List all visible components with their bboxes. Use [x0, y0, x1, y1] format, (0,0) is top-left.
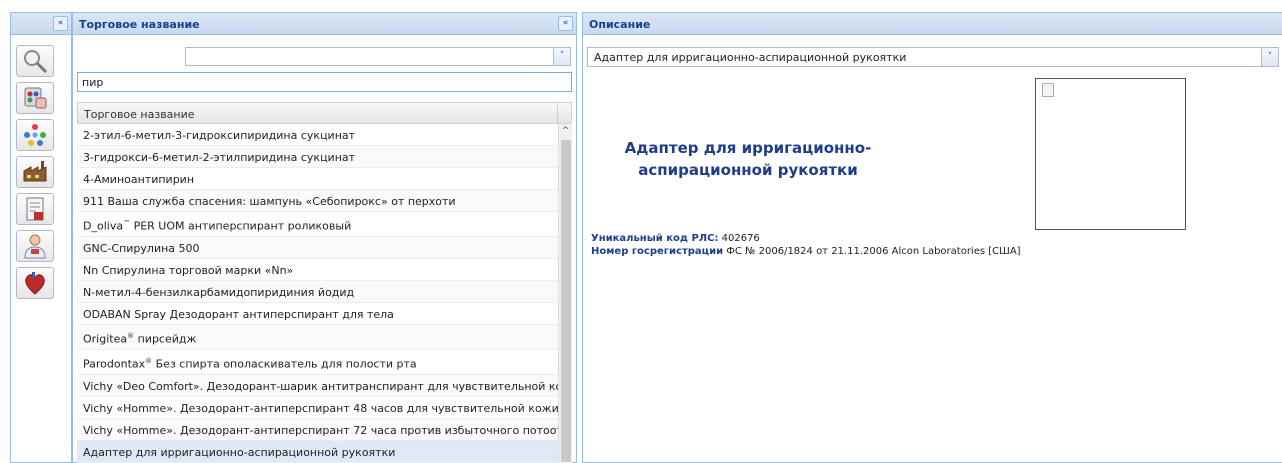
- description-select-value: Адаптер для ирригационно-аспирационной р…: [594, 51, 907, 64]
- app-window: « Торговое название « ˅ пир Торговое наз…: [0, 0, 1282, 463]
- filter-dropdown[interactable]: ˅: [185, 47, 571, 66]
- pills-icon: [24, 87, 47, 109]
- factory-icon: [23, 161, 47, 182]
- rls-code-label: Уникальный код РЛС:: [591, 233, 719, 244]
- description-panel: Описание Адаптер для ирригационно-аспира…: [582, 12, 1282, 463]
- nav-anatomy-button[interactable]: [16, 267, 54, 299]
- registration-label: Номер госрегистрации: [591, 246, 724, 257]
- broken-image-icon: [1042, 83, 1054, 97]
- list-item[interactable]: 911 Ваша служба спасения: шампунь «Себоп…: [77, 190, 558, 212]
- trademark-mark: ®: [145, 357, 153, 365]
- product-image: [1035, 78, 1186, 230]
- scroll-up-arrow-icon[interactable]: ^: [559, 124, 572, 138]
- nav-search-button[interactable]: [16, 45, 54, 77]
- list-item[interactable]: Vichy «Homme». Дезодорант-антиперспирант…: [77, 397, 558, 419]
- trade-name-panel-header: Торговое название «: [73, 13, 576, 35]
- column-header-trade-name[interactable]: Торговое название: [77, 102, 558, 124]
- document-icon: [26, 197, 44, 221]
- description-panel-header: Описание: [583, 13, 1282, 35]
- list-item[interactable]: ODABAN Spray Дезодорант антиперспирант д…: [77, 303, 558, 325]
- scrollbar-thumb[interactable]: [561, 140, 571, 462]
- nav-documents-button[interactable]: [16, 193, 54, 225]
- description-select[interactable]: Адаптер для ирригационно-аспирационной р…: [587, 47, 1279, 67]
- doctor-icon: [24, 234, 46, 259]
- trade-name-list: 2-этил-6-метил-3-гидроксипиридина сукцин…: [77, 124, 558, 463]
- nav-substances-button[interactable]: [16, 119, 54, 151]
- collapse-panel-button[interactable]: «: [558, 16, 573, 31]
- collapse-nav-button[interactable]: «: [53, 16, 68, 31]
- list-item[interactable]: Vichy «Deo Comfort». Дезодорант-шарик ан…: [77, 375, 558, 397]
- trade-name-panel: Торговое название « Фильтр: ˅ пир Торгов…: [72, 12, 577, 463]
- list-item[interactable]: Vichy «Homme». Дезодорант-антиперспирант…: [77, 419, 558, 441]
- registration-line: Номер госрегистрации ФС № 2006/1824 от 2…: [591, 245, 1021, 258]
- list-item[interactable]: Nn Спирулина торговой марки «Nn»: [77, 259, 558, 281]
- nav-drugs-button[interactable]: [16, 82, 54, 114]
- list-scrollbar[interactable]: ^: [558, 124, 572, 463]
- list-item[interactable]: D_oliva™ PER UOM антиперспирант роликовы…: [77, 212, 558, 237]
- search-input[interactable]: пир: [77, 72, 572, 92]
- panel-title: Описание: [589, 18, 651, 31]
- list-item[interactable]: Parodontax® Без спирта ополаскиватель дл…: [77, 350, 558, 375]
- product-heading: Адаптер для ирригационно-аспирационной р…: [624, 139, 872, 179]
- rls-code-line: Уникальный код РЛС: 402676: [591, 232, 1021, 245]
- list-item[interactable]: GNC-Спирулина 500: [77, 237, 558, 259]
- chevron-down-icon[interactable]: ˅: [1261, 48, 1278, 66]
- panel-title: Торговое название: [79, 18, 200, 31]
- column-header-filler: [558, 102, 572, 124]
- top-strip: [0, 0, 1282, 8]
- list-item[interactable]: 3-гидрокси-6-метил-2-этилпиридина сукцин…: [77, 146, 558, 168]
- nav-icon-column: «: [10, 12, 72, 463]
- rls-code-value: 402676: [718, 233, 760, 244]
- search-icon: [24, 50, 48, 74]
- product-info: Уникальный код РЛС: 402676 Номер госреги…: [591, 232, 1021, 258]
- nav-column-header: «: [11, 13, 71, 35]
- list-item[interactable]: N-метил-4-бензилкарбамидопиридиния йодид: [77, 281, 558, 303]
- list-item[interactable]: Origitea® пирсейдж: [77, 325, 558, 350]
- registration-value: ФС № 2006/1824 от 21.11.2006 Alcon Labor…: [723, 246, 1021, 257]
- heart-icon: [25, 272, 45, 295]
- chevron-down-icon[interactable]: ˅: [553, 48, 570, 65]
- trademark-mark: ®: [127, 332, 135, 340]
- nav-doctor-button[interactable]: [16, 230, 54, 262]
- list-item[interactable]: 2-этил-6-метил-3-гидроксипиридина сукцин…: [77, 124, 558, 146]
- molecule-icon: [24, 124, 46, 146]
- nav-manufacturers-button[interactable]: [16, 156, 54, 188]
- list-item[interactable]: Адаптер для ирригационно-аспирационной р…: [77, 441, 558, 463]
- trademark-mark: ™: [123, 219, 131, 227]
- list-item[interactable]: 4-Аминоантипирин: [77, 168, 558, 190]
